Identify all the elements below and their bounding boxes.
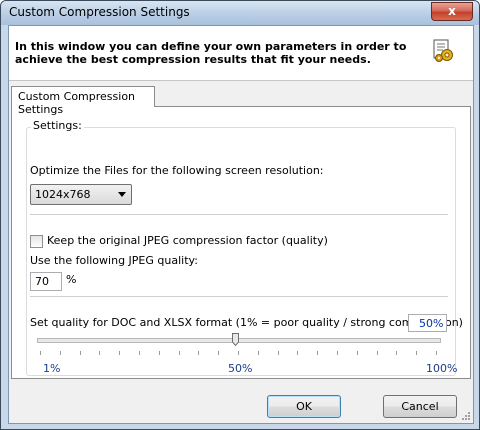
dialog-window: Custom Compression Settings x In this wi… (0, 0, 480, 430)
slider-min-label: 1% (43, 362, 61, 375)
slider-tick (257, 351, 259, 355)
tab-label: Custom Compression Settings (18, 90, 136, 116)
tab-panel: Settings: Optimize the Files for the fol… (11, 106, 471, 379)
separator (30, 214, 448, 215)
keep-jpeg-label[interactable]: Keep the original JPEG compression facto… (47, 234, 328, 247)
slider-tick (356, 351, 358, 355)
slider-mid-label: 50% (228, 362, 253, 375)
tab-custom-compression-settings[interactable]: Custom Compression Settings (11, 86, 155, 116)
slider-tick (337, 351, 338, 355)
slider-tick (79, 351, 81, 355)
ok-button[interactable]: OK (267, 395, 341, 418)
slider-tick (416, 351, 418, 355)
slider-tick (238, 351, 239, 355)
slider-tick (297, 351, 299, 355)
title-bar[interactable]: Custom Compression Settings x (1, 1, 479, 25)
slider-tick (198, 351, 200, 355)
slider-tick (158, 351, 160, 355)
slider-ticks (40, 351, 442, 355)
separator (30, 296, 448, 297)
slider-tick (178, 351, 180, 355)
doc-quality-label: Set quality for DOC and XLSX format (1% … (30, 316, 463, 329)
resize-grip-icon[interactable] (461, 411, 471, 421)
resolution-select[interactable]: 1024x768 (30, 184, 132, 205)
slider-tick (99, 351, 101, 355)
window-title: Custom Compression Settings (9, 5, 190, 19)
settings-group-label: Settings: (31, 119, 84, 132)
dialog-client-area: In this window you can define your own p… (8, 25, 474, 424)
jpeg-quality-label: Use the following JPEG quality: (30, 254, 198, 267)
close-button[interactable]: x (431, 2, 473, 21)
header-panel: In this window you can define your own p… (9, 26, 473, 81)
cancel-button[interactable]: Cancel (383, 395, 457, 418)
jpeg-quality-unit: % (66, 273, 77, 286)
resolution-value: 1024x768 (35, 188, 91, 201)
slider-tick (218, 351, 220, 355)
jpeg-quality-input[interactable]: 70 (30, 272, 62, 291)
doc-quality-percent-field: 50% (408, 314, 447, 332)
slider-tick (317, 351, 319, 355)
doc-quality-value: 50% (419, 317, 444, 330)
jpeg-quality-value: 70 (35, 275, 49, 288)
slider-tick (436, 351, 437, 355)
slider-tick (396, 351, 398, 355)
slider-tick (40, 351, 41, 355)
slider-thumb[interactable] (232, 333, 239, 346)
header-description: In this window you can define your own p… (15, 40, 407, 66)
resolution-label: Optimize the Files for the following scr… (30, 164, 324, 177)
gear-document-icon (433, 39, 453, 62)
keep-jpeg-checkbox[interactable] (30, 235, 43, 248)
slider-tick (376, 351, 378, 355)
slider-max-label: 100% (426, 362, 458, 375)
slider-tick (277, 351, 279, 355)
slider-tick (59, 351, 61, 355)
chevron-down-icon (118, 192, 126, 197)
slider-tick (119, 351, 121, 355)
slider-tick (139, 351, 140, 355)
doc-quality-slider-track[interactable] (37, 338, 441, 343)
